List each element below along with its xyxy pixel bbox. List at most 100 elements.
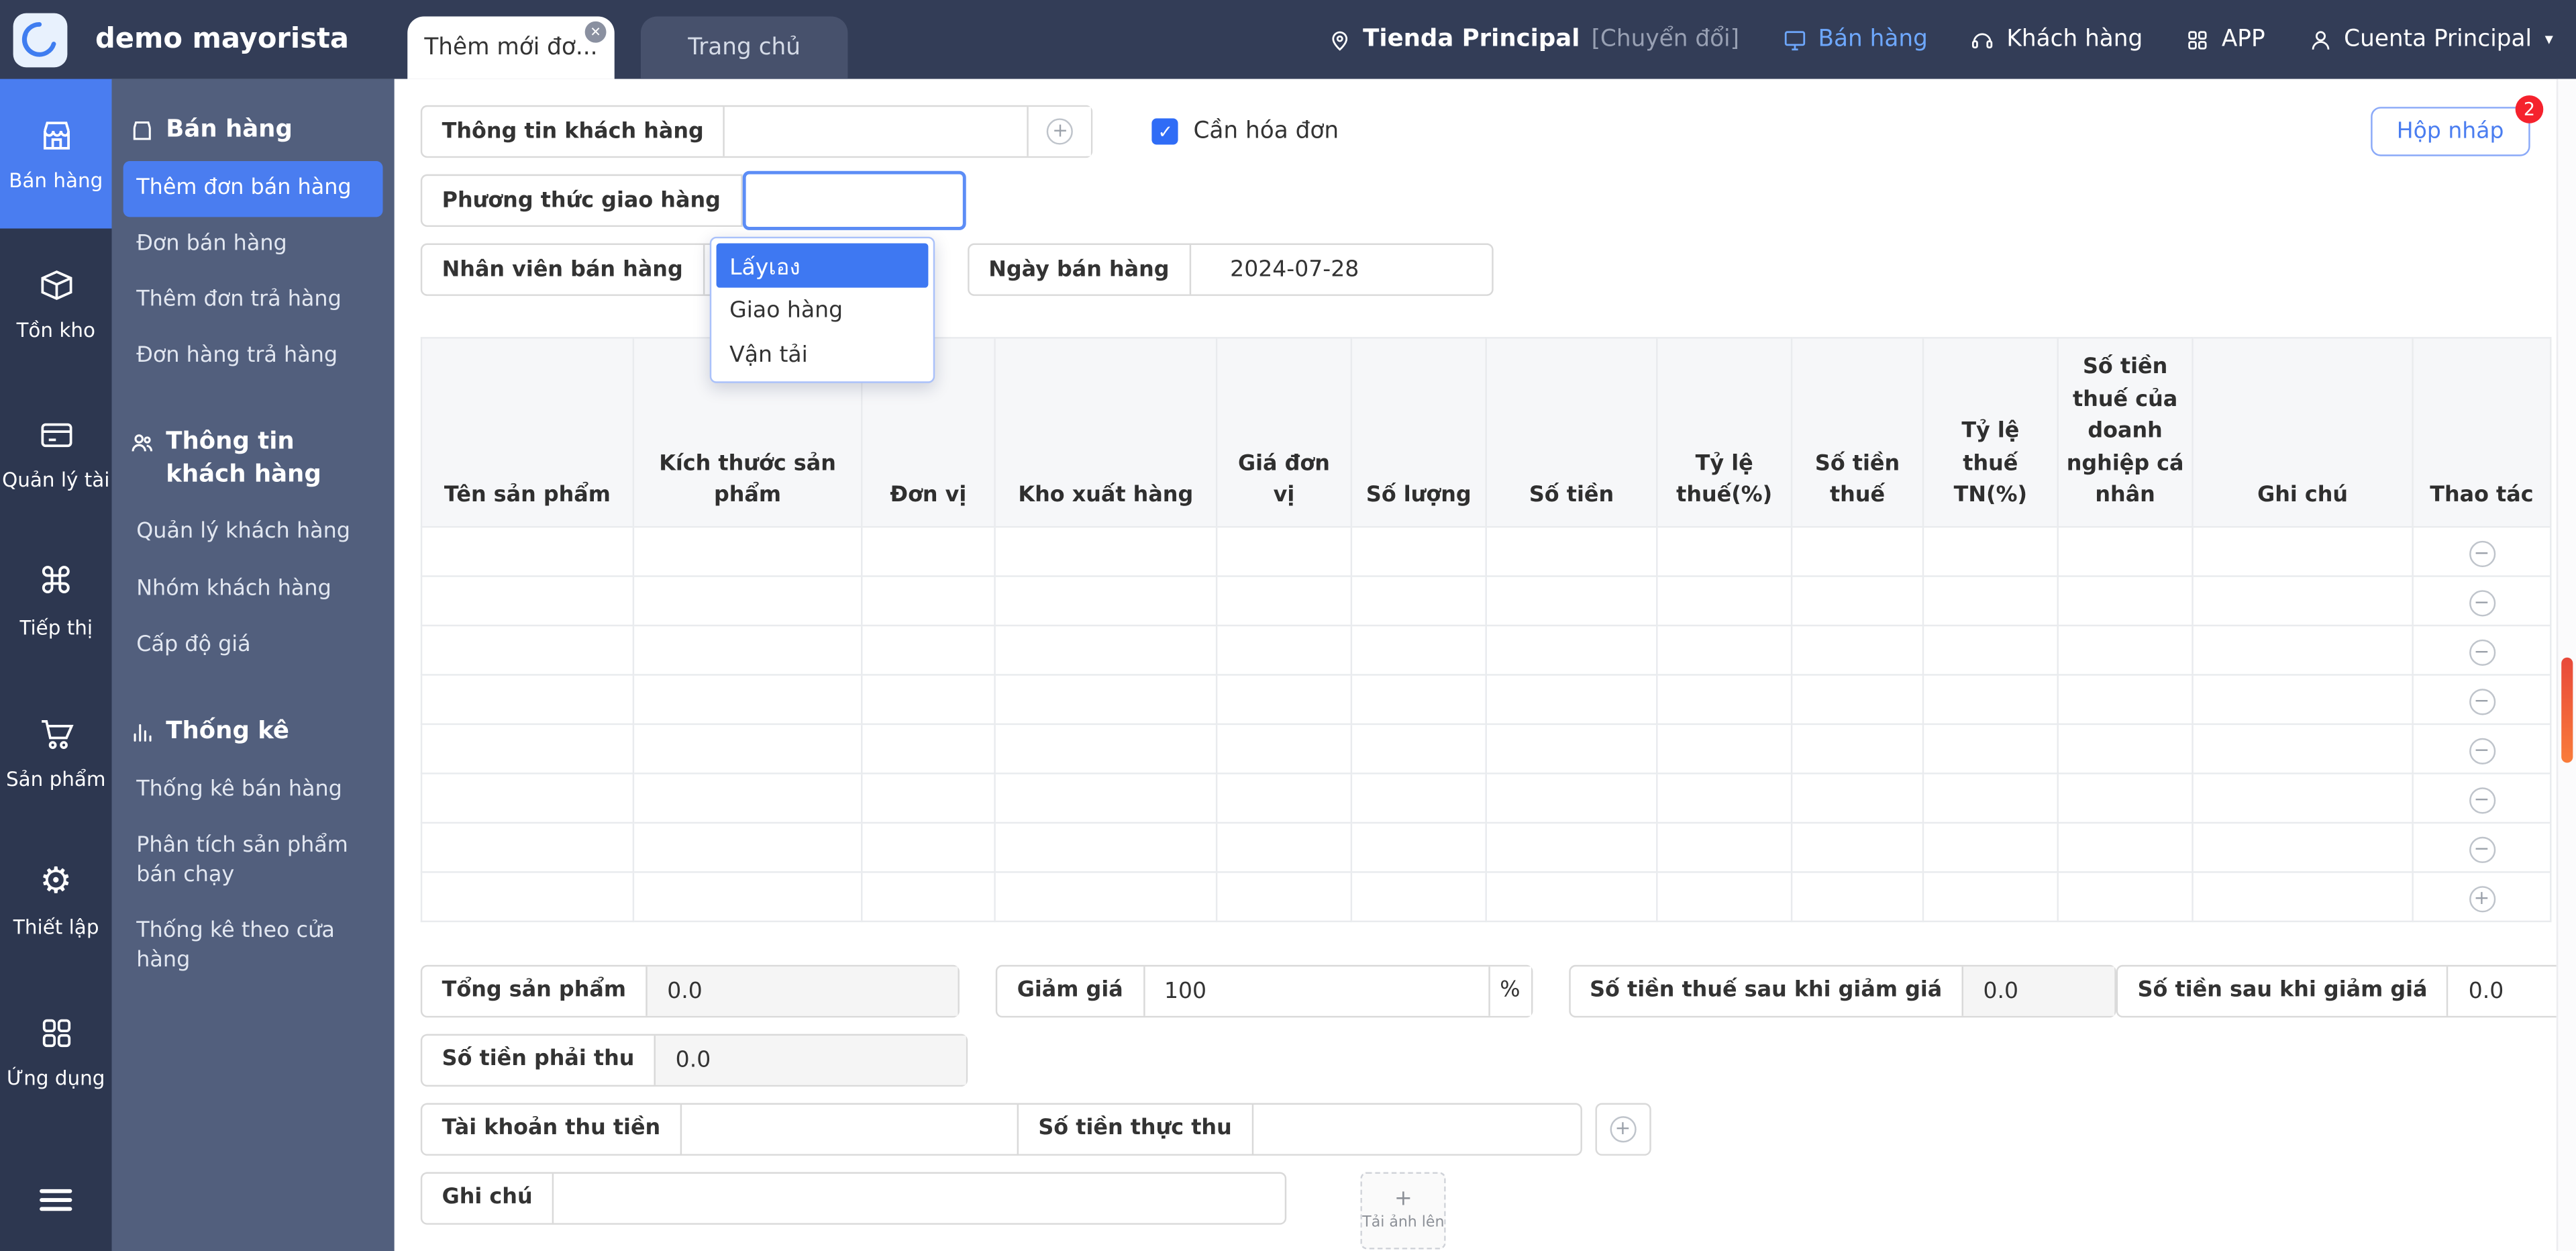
- tab-label: Thêm mới đơ...: [424, 34, 597, 60]
- sidebar-section-customers: Thông tin khách hàng Quản lý khách hàng …: [123, 415, 383, 674]
- customer-input[interactable]: [723, 107, 1027, 156]
- nav-item-sales[interactable]: Bán hàng: [0, 79, 111, 229]
- note-label: Ghi chú: [422, 1173, 552, 1222]
- tax-after-discount-group: Số tiền thuế sau khi giảm giá 0.0: [1568, 964, 2116, 1017]
- note-input[interactable]: [552, 1173, 1285, 1222]
- note-group: Ghi chú: [421, 1171, 1287, 1223]
- remove-row-icon[interactable]: −: [2469, 787, 2495, 813]
- amount-after-discount-label: Số tiền sau khi giảm giá: [2118, 966, 2447, 1015]
- draft-count-badge: 2: [2516, 95, 2544, 123]
- delivery-method-input[interactable]: [742, 171, 966, 230]
- add-customer-button[interactable]: +: [1027, 107, 1091, 156]
- col-actions: Thao tác: [2413, 338, 2551, 526]
- remove-row-icon[interactable]: −: [2469, 689, 2495, 715]
- payment-account-input[interactable]: [680, 1104, 1017, 1153]
- box-icon: [37, 266, 74, 303]
- row-action-cell: −: [2413, 625, 2551, 674]
- vertical-scrollbar[interactable]: [2557, 79, 2576, 1251]
- menu-account-label: Cuenta Principal: [2344, 26, 2532, 52]
- dropdown-option-delivery[interactable]: Giao hàng: [717, 288, 929, 332]
- tab-new-order[interactable]: Thêm mới đơ... ✕: [407, 16, 615, 79]
- upload-label: Tải ảnh lên: [1362, 1215, 1444, 1231]
- command-icon: ⌘: [38, 566, 74, 602]
- tax-after-discount-value: 0.0: [1962, 966, 2115, 1015]
- sidebar-item-sales-statistics[interactable]: Thống kê bán hàng: [123, 762, 383, 818]
- tab-home[interactable]: Trang chủ: [641, 16, 848, 79]
- customer-row: Thông tin khách hàng + ✓ Cần hóa đơn Hộp…: [421, 105, 2550, 158]
- menu-customers[interactable]: Khách hàng: [1971, 26, 2143, 52]
- remove-row-icon[interactable]: −: [2469, 738, 2495, 764]
- dropdown-option-pickup[interactable]: Lấyเอง: [717, 244, 929, 288]
- col-quantity: Số lượng: [1351, 338, 1486, 526]
- menu-app[interactable]: APP: [2185, 26, 2265, 52]
- tab-label: Trang chủ: [688, 34, 801, 60]
- upload-image-button[interactable]: + Tải ảnh lên: [1361, 1171, 1446, 1248]
- draft-box-label: Hộp nháp: [2397, 118, 2504, 144]
- add-row-icon[interactable]: +: [2469, 886, 2495, 912]
- menu-sales[interactable]: Bán hàng: [1782, 26, 1928, 52]
- amount-after-discount-input[interactable]: 0.0: [2447, 966, 2557, 1015]
- nav-item-marketing[interactable]: ⌘ Tiếp thị: [0, 528, 111, 677]
- delivery-group: Phương thức giao hàng: [421, 174, 742, 227]
- draft-box-button[interactable]: Hộp nháp 2: [2371, 107, 2530, 156]
- monitor-icon: [1782, 27, 1807, 52]
- close-icon[interactable]: ✕: [585, 21, 607, 43]
- sidebar-item-add-return-order[interactable]: Thêm đơn trả hàng: [123, 272, 383, 329]
- headset-icon: [1971, 27, 1996, 52]
- scrollbar-thumb[interactable]: [2561, 658, 2573, 763]
- staff-label: Nhân viên bán hàng: [422, 245, 703, 294]
- wallet-icon: [37, 415, 74, 452]
- nav-item-apps[interactable]: Ứng dụng: [0, 977, 111, 1126]
- remove-row-icon[interactable]: −: [2469, 836, 2495, 862]
- col-unit-price: Giá đơn vị: [1217, 338, 1351, 526]
- customer-group: Thông tin khách hàng +: [421, 105, 1093, 158]
- sidebar-item-add-sale-order[interactable]: Thêm đơn bán hàng: [123, 160, 383, 217]
- add-payment-button[interactable]: +: [1595, 1102, 1651, 1154]
- discount-input[interactable]: 100: [1143, 966, 1488, 1015]
- dropdown-option-transport[interactable]: Vận tải: [717, 332, 929, 377]
- sidebar-item-bestseller-analysis[interactable]: Phân tích sản phẩm bán chạy: [123, 818, 383, 904]
- table-row: −: [421, 625, 2551, 674]
- store-selector[interactable]: Tienda Principal [Chuyển đổi]: [1327, 26, 1739, 52]
- sidebar-item-store-statistics[interactable]: Thống kê theo cửa hàng: [123, 904, 383, 990]
- customer-label: Thông tin khách hàng: [422, 107, 723, 156]
- remove-row-icon[interactable]: −: [2469, 590, 2495, 616]
- nav-item-settings[interactable]: ⚙ Thiết lập: [0, 827, 111, 977]
- remove-row-icon[interactable]: −: [2469, 640, 2495, 666]
- order-form-panel: Thông tin khách hàng + ✓ Cần hóa đơn Hộp…: [395, 79, 2557, 1251]
- sale-date-input[interactable]: 2024-07-28: [1189, 245, 1492, 294]
- nav-item-finance[interactable]: Quản lý tài: [0, 378, 111, 528]
- sidebar-section-sales: Bán hàng Thêm đơn bán hàng Đơn bán hàng …: [123, 102, 383, 385]
- sale-date-label: Ngày bán hàng: [969, 245, 1189, 294]
- checkbox-checked-icon[interactable]: ✓: [1152, 118, 1178, 144]
- nav-item-inventory[interactable]: Tồn kho: [0, 228, 111, 378]
- table-row: −: [421, 674, 2551, 723]
- app-window: demo mayorista Thêm mới đơ... ✕ Trang ch…: [0, 0, 2576, 1251]
- nav-item-products[interactable]: Sản phẩm: [0, 677, 111, 827]
- invoice-checkbox-label: Cần hóa đơn: [1193, 118, 1339, 144]
- menu-account[interactable]: Cuenta Principal ▾: [2308, 26, 2553, 52]
- storefront-icon: [130, 118, 154, 143]
- store-name: Tienda Principal: [1363, 26, 1580, 52]
- sidebar-item-sale-orders[interactable]: Đơn bán hàng: [123, 217, 383, 273]
- sidebar-item-customer-groups[interactable]: Nhóm khách hàng: [123, 562, 383, 618]
- remove-row-icon[interactable]: −: [2469, 541, 2495, 567]
- table-body: − − − − − − − +: [421, 526, 2551, 921]
- receivable-label: Số tiền phải thu: [422, 1035, 654, 1084]
- sidebar-item-customer-management[interactable]: Quản lý khách hàng: [123, 505, 383, 562]
- col-tax-rate: Tỷ lệ thuế(%): [1657, 338, 1792, 526]
- sidebar-item-price-levels[interactable]: Cấp độ giá: [123, 618, 383, 674]
- receivable-value: 0.0: [654, 1035, 966, 1084]
- table-row: −: [421, 723, 2551, 772]
- store-switch-link[interactable]: [Chuyển đổi]: [1592, 26, 1739, 52]
- sidebar-item-return-orders[interactable]: Đơn hàng trả hàng: [123, 329, 383, 385]
- col-note: Ghi chú: [2193, 338, 2413, 526]
- sidebar-section-statistics: Thống kê Thống kê bán hàng Phân tích sản…: [123, 703, 383, 990]
- bar-chart-icon: [130, 720, 154, 745]
- invoice-checkbox-wrap[interactable]: ✓ Cần hóa đơn: [1152, 118, 1339, 144]
- percent-suffix: %: [1488, 966, 1531, 1015]
- app-logo[interactable]: [0, 12, 79, 66]
- collapse-menu-button[interactable]: [0, 1149, 111, 1251]
- row-action-cell: −: [2413, 674, 2551, 723]
- received-amount-input[interactable]: [1251, 1104, 1580, 1153]
